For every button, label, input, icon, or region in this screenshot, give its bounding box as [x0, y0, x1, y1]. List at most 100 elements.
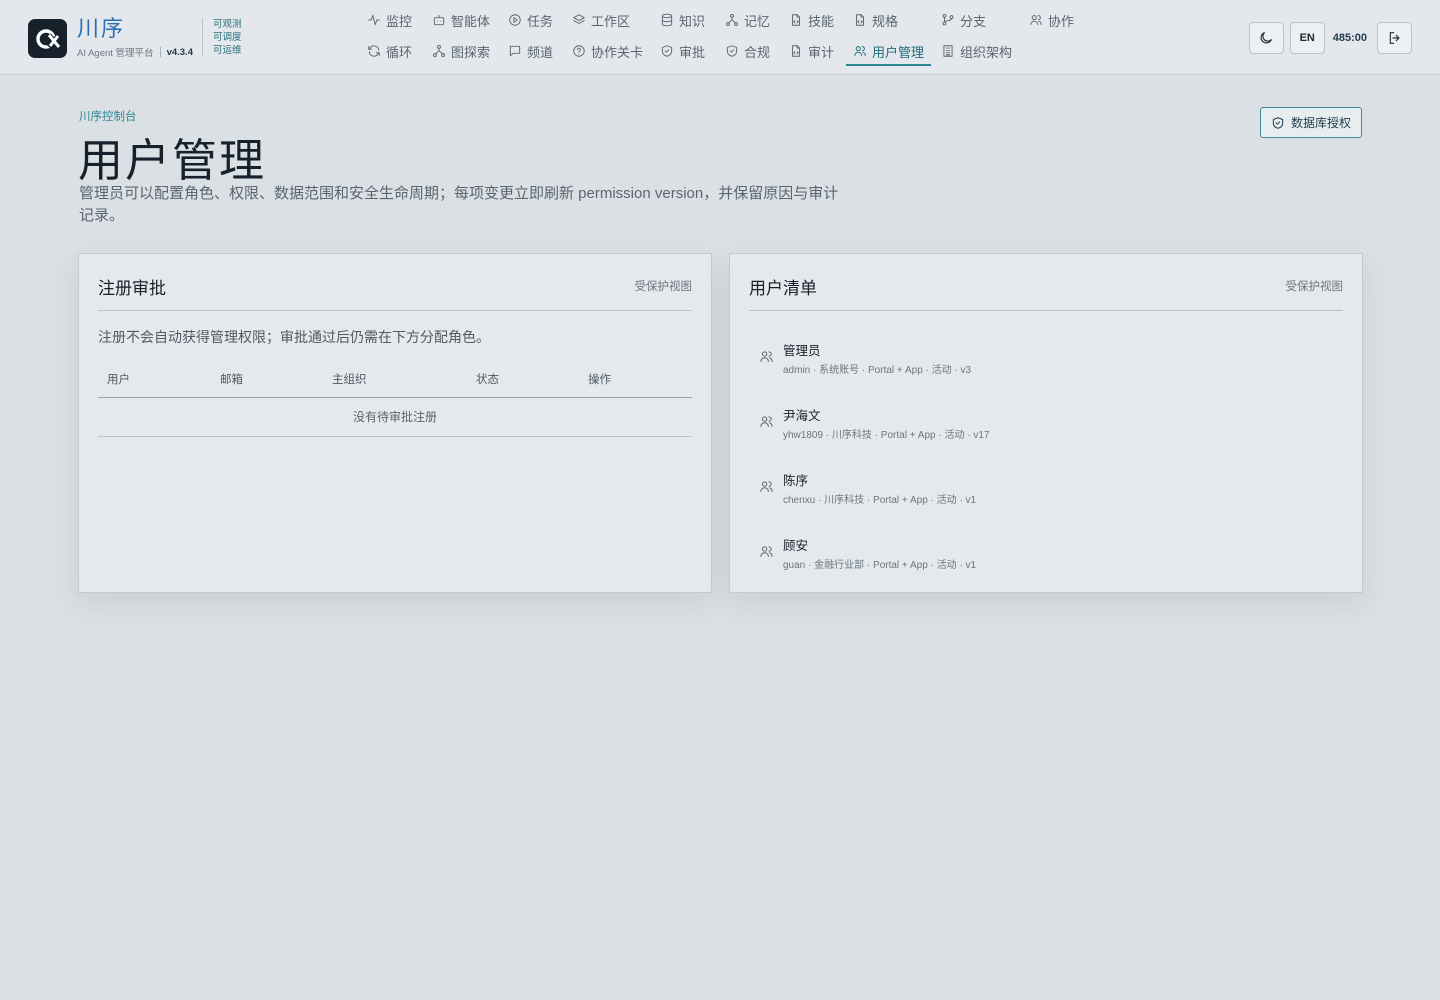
network-icon	[725, 13, 739, 27]
brand-name: 川序	[77, 16, 126, 41]
nav-label: 规格	[872, 13, 899, 29]
protected-view-tag: 受保护视图	[634, 281, 693, 293]
layers-icon	[573, 14, 585, 24]
database-icon	[661, 13, 673, 27]
shield-check-icon	[1272, 116, 1284, 129]
top-right-controls: EN 485:00	[1248, 22, 1412, 54]
nav-label: 频道	[527, 44, 554, 60]
nav-item-org-structure[interactable]: 组织架构	[934, 38, 1019, 64]
nav-label: 循环	[386, 44, 413, 60]
help-circle-icon	[573, 45, 585, 57]
user-meta: chenxu · 川序科技 · Portal + App · 活动 · v1	[783, 495, 977, 506]
nav-item-agents[interactable]: 智能体	[425, 7, 497, 33]
play-circle-icon	[509, 14, 521, 26]
nav-label: 任务	[527, 13, 554, 29]
page-description: 管理员可以配置角色、权限、数据范围和安全生命周期；每项变更立即刷新 permis…	[79, 185, 839, 224]
users-icon	[760, 416, 773, 427]
column-header-email: 邮箱	[220, 374, 243, 386]
nav-label: 工作区	[591, 13, 631, 29]
column-header-primary-org: 主组织	[332, 374, 367, 386]
brand-divider	[159, 47, 161, 57]
nav-item-knowledge[interactable]: 知识	[653, 7, 712, 33]
nav-label: 协作	[1048, 13, 1075, 29]
column-header-user: 用户	[107, 374, 130, 386]
user-meta: guan · 金融行业部 · Portal + App · 活动 · v1	[783, 560, 977, 571]
bot-icon	[433, 14, 445, 26]
panel-header: 用户清单 受保护视图	[749, 274, 1343, 311]
version-label: v4.3.4	[166, 46, 193, 58]
user-name: 管理员	[783, 344, 821, 358]
registration-table: 用户 邮箱 主组织 状态 操作 没有待审批注册	[98, 364, 692, 437]
nav-item-loop[interactable]: 循环	[360, 38, 419, 64]
brand[interactable]: 川序 AI Agent 管理平台 v4.3.4	[28, 18, 193, 59]
users-icon	[760, 351, 773, 362]
breadcrumb[interactable]: 川序控制台	[79, 108, 137, 124]
nav-item-memory[interactable]: 记忆	[718, 7, 777, 33]
nav-label: 审批	[679, 44, 706, 60]
git-branch-icon	[942, 13, 954, 26]
brand-subtitle: AI Agent 管理平台	[77, 48, 154, 59]
table-empty-state: 没有待审批注册	[98, 398, 692, 437]
logout-button[interactable]	[1377, 22, 1412, 54]
database-authorization-label: 数据库授权	[1290, 116, 1351, 130]
brand-tag: 可调度	[213, 32, 242, 43]
registration-approval-panel: 注册审批 受保护视图 注册不会自动获得管理权限；审批通过后仍需在下方分配角色。 …	[78, 253, 712, 593]
table-header: 用户 邮箱 主组织 状态 操作	[98, 364, 692, 398]
brand-tags: 可观测 可调度 可运维	[202, 18, 242, 56]
list-item[interactable]: 陈序 chenxu · 川序科技 · Portal + App · 活动 · v…	[749, 464, 1343, 529]
file-code-icon	[792, 45, 800, 57]
users-icon	[854, 46, 866, 57]
nav-label: 智能体	[451, 13, 491, 29]
language-button[interactable]: EN	[1289, 22, 1325, 54]
nav-label: 分支	[960, 13, 987, 29]
nav-label: 用户管理	[872, 44, 925, 60]
nav-label: 知识	[679, 13, 706, 29]
nav-item-channels[interactable]: 频道	[501, 38, 560, 64]
user-meta: admin · 系统账号 · Portal + App · 活动 · v3	[783, 365, 972, 376]
user-list-panel: 用户清单 受保护视图 管理员 admin · 系统账号 · Portal + A…	[729, 253, 1363, 593]
nav-label: 合规	[744, 44, 771, 60]
list-item[interactable]: 尹海文 yhw1809 · 川序科技 · Portal + App · 活动 ·…	[749, 399, 1343, 464]
user-meta: yhw1809 · 川序科技 · Portal + App · 活动 · v17	[783, 430, 990, 441]
nav-item-branches[interactable]: 分支	[934, 7, 993, 33]
nav-label: 协作关卡	[591, 44, 644, 60]
file-code-icon	[792, 14, 800, 26]
moon-icon	[1260, 32, 1273, 44]
nav-item-collab[interactable]: 协作	[1022, 7, 1081, 33]
users-icon	[1030, 15, 1042, 26]
nav-label: 组织架构	[960, 44, 1013, 60]
nav-item-collab-gates[interactable]: 协作关卡	[565, 38, 650, 64]
brand-tag: 可运维	[213, 45, 242, 56]
user-name: 尹海文	[783, 409, 821, 423]
panel-title: 注册审批	[98, 279, 166, 298]
theme-toggle-button[interactable]	[1248, 22, 1284, 54]
brand-tag: 可观测	[213, 19, 242, 30]
nav-item-graph-explore[interactable]: 图探索	[425, 38, 497, 64]
shield-check-icon	[661, 45, 673, 57]
logo-icon	[28, 19, 67, 58]
nav-label: 记忆	[744, 13, 771, 29]
list-item[interactable]: 顾安 guan · 金融行业部 · Portal + App · 活动 · v1	[749, 529, 1343, 594]
nav-item-monitor[interactable]: 监控	[360, 7, 419, 33]
nav-label: 技能	[808, 13, 835, 29]
nav-item-tasks[interactable]: 任务	[501, 7, 560, 33]
users-icon	[760, 481, 773, 492]
nav-item-user-management[interactable]: 用户管理	[846, 38, 932, 66]
message-square-icon	[509, 45, 521, 57]
nav-item-workspace[interactable]: 工作区	[565, 7, 637, 33]
nav-item-compliance[interactable]: 合规	[718, 38, 777, 64]
nav-item-specs[interactable]: 规格	[846, 7, 905, 33]
nav-item-approval[interactable]: 审批	[653, 38, 712, 64]
user-name: 陈序	[783, 474, 809, 488]
nav-label: 图探索	[451, 44, 491, 60]
nav-item-audit[interactable]: 审计	[782, 38, 841, 64]
database-authorization-button[interactable]: 数据库授权	[1259, 107, 1362, 138]
logout-icon	[1389, 32, 1400, 44]
network-icon	[432, 44, 446, 58]
list-item[interactable]: 管理员 admin · 系统账号 · Portal + App · 活动 · v…	[749, 334, 1343, 399]
protected-view-tag: 受保护视图	[1285, 281, 1344, 293]
activity-icon	[368, 14, 380, 26]
nav-item-skills[interactable]: 技能	[782, 7, 841, 33]
registration-note: 注册不会自动获得管理权限；审批通过后仍需在下方分配角色。	[98, 329, 490, 345]
column-header-actions: 操作	[588, 374, 611, 386]
